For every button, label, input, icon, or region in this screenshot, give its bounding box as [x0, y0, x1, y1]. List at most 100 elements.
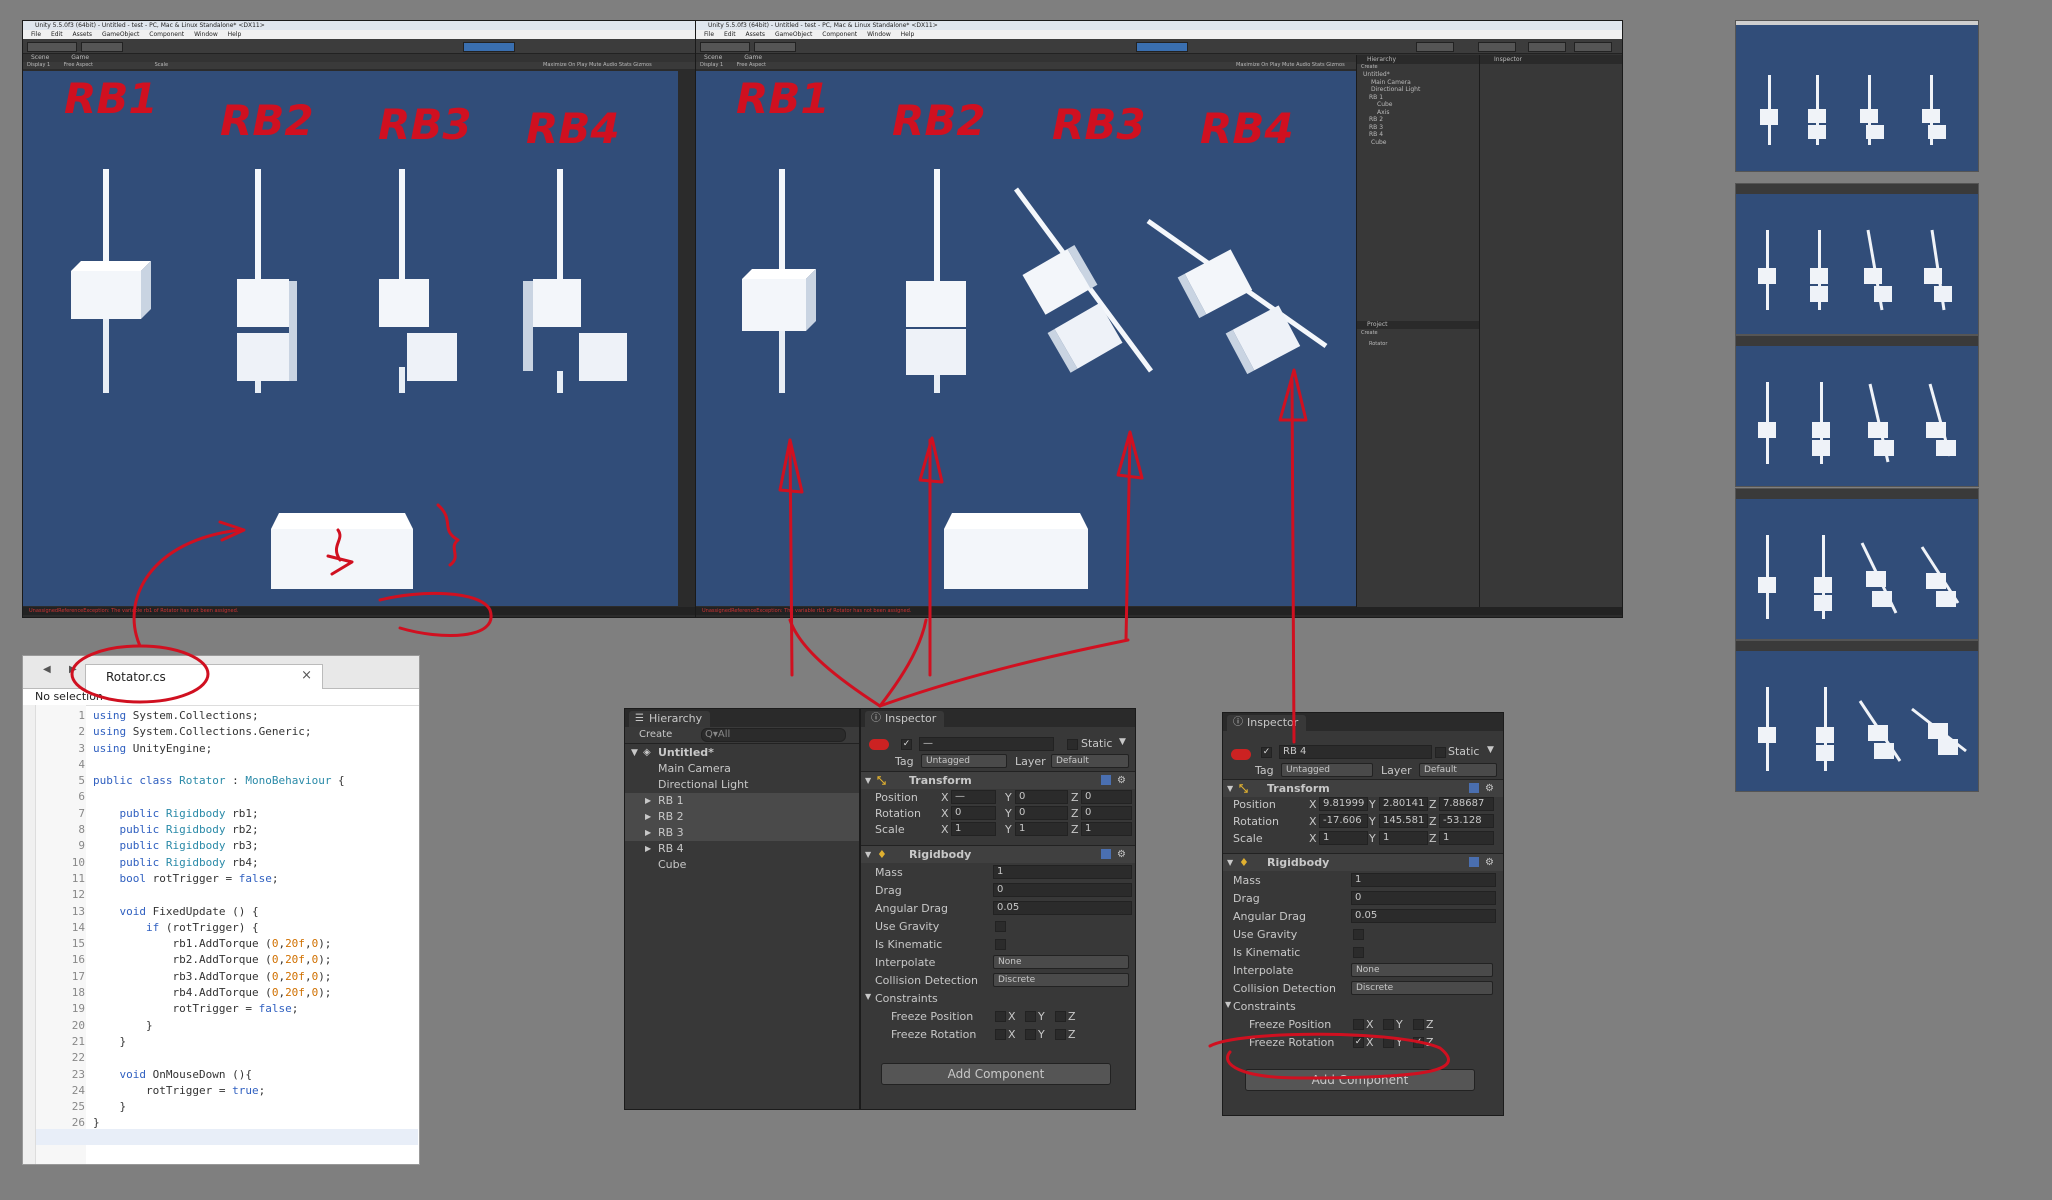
mini-hier-item[interactable]: Directional Light [1363, 86, 1479, 94]
layer-dropdown[interactable]: Default [1051, 754, 1129, 768]
position-z[interactable]: 0 [1081, 790, 1132, 804]
rotation-z[interactable]: 0 [1081, 806, 1132, 820]
layer-dropdown[interactable]: Default [1419, 763, 1497, 777]
game-controls[interactable]: Maximize On Play Mute Audio Stats Gizmos [1236, 62, 1345, 69]
mini-project-create[interactable]: Create [1361, 330, 1378, 336]
static-checkbox[interactable] [1435, 747, 1446, 758]
add-component-button[interactable]: Add Component [1245, 1069, 1475, 1091]
object-name-field[interactable]: — [919, 737, 1054, 751]
static-dropdown-icon[interactable]: ▼ [1119, 737, 1126, 747]
freeze-rot-z[interactable]: ✓ [1413, 1037, 1424, 1048]
fold-arrow-icon[interactable]: ▼ [1227, 854, 1233, 871]
freeze-rot-x[interactable] [995, 1029, 1006, 1040]
fold-arrow-icon[interactable]: ▼ [865, 846, 871, 863]
add-component-button[interactable]: Add Component [881, 1063, 1111, 1085]
use-gravity-checkbox[interactable] [995, 921, 1006, 932]
help-icon[interactable] [1469, 783, 1479, 793]
scale-x[interactable]: 1 [1319, 831, 1368, 845]
aspect-select[interactable]: Free Aspect [64, 62, 93, 68]
fold-arrow-icon[interactable]: ▼ [1227, 780, 1233, 797]
angular-drag-field[interactable]: 0.05 [1351, 909, 1496, 923]
hierarchy-item-selected[interactable]: ▶ RB 2 [625, 809, 859, 825]
tab-game[interactable]: Game [744, 54, 762, 61]
menu-help[interactable]: Help [228, 31, 242, 38]
gear-icon[interactable]: ⚙ [1117, 772, 1126, 789]
hierarchy-item[interactable]: Cube [625, 857, 859, 873]
tag-dropdown[interactable]: Untagged [1281, 763, 1373, 777]
freeze-pos-z[interactable] [1413, 1019, 1424, 1030]
mass-field[interactable]: 1 [1351, 873, 1496, 887]
help-icon[interactable] [1101, 775, 1111, 785]
mini-hier-item[interactable]: RB 2 [1363, 116, 1479, 124]
mini-hier-item[interactable]: RB 3 [1363, 124, 1479, 132]
freeze-rot-y[interactable] [1383, 1037, 1394, 1048]
hierarchy-item[interactable]: ▶ RB 4 [625, 841, 859, 857]
position-z[interactable]: 7.88687 [1439, 797, 1494, 811]
interpolate-dropdown[interactable]: None [993, 955, 1129, 969]
hierarchy-item[interactable]: Main Camera [625, 761, 859, 777]
tab-scene[interactable]: Scene [704, 54, 722, 61]
scale-z[interactable]: 1 [1081, 822, 1132, 836]
menu-help[interactable]: Help [901, 31, 915, 38]
rotation-y[interactable]: 145.581 [1379, 814, 1428, 828]
mini-hier-item[interactable]: RB 1 [1363, 94, 1479, 102]
expand-arrow-icon[interactable]: ▼ [631, 745, 638, 761]
expand-arrow-icon[interactable]: ▶ [645, 793, 651, 809]
scale-z[interactable]: 1 [1439, 831, 1494, 845]
mini-hier-item[interactable]: Main Camera [1363, 79, 1479, 87]
active-checkbox[interactable]: ✓ [1261, 747, 1272, 758]
tab-inspector[interactable]: ⓘ Inspector [865, 711, 945, 727]
help-icon[interactable] [1101, 849, 1111, 859]
game-controls[interactable]: Maximize On Play Mute Audio Stats Gizmos [543, 62, 652, 69]
fold-arrow-icon[interactable]: ▼ [865, 772, 871, 789]
menu-assets[interactable]: Assets [73, 31, 93, 38]
mini-hier-item[interactable]: Untitled* [1363, 71, 1479, 79]
scene-row[interactable]: ▼ ◈ Untitled* [625, 745, 859, 761]
tab-game[interactable]: Game [71, 54, 89, 61]
gear-icon[interactable]: ⚙ [1117, 846, 1126, 863]
rotation-z[interactable]: -53.128 [1439, 814, 1494, 828]
is-kinematic-checkbox[interactable] [995, 939, 1006, 950]
hierarchy-item-selected[interactable]: ▶ RB 3 [625, 825, 859, 841]
aspect-select[interactable]: Free Aspect [737, 62, 766, 68]
transform-header[interactable]: ▼ ⤡ Transform ⚙ [861, 771, 1135, 789]
hierarchy-search[interactable]: Q▾All [701, 728, 846, 742]
is-kinematic-checkbox[interactable] [1353, 947, 1364, 958]
pivot-button[interactable] [754, 42, 796, 52]
hand-tool-button[interactable] [27, 42, 77, 52]
layers-button[interactable] [1528, 42, 1566, 52]
mini-hier-item[interactable]: RB 4 [1363, 131, 1479, 139]
mini-project-item[interactable]: Rotator [1369, 341, 1387, 347]
drag-field[interactable]: 0 [993, 883, 1132, 897]
play-button[interactable] [463, 42, 515, 52]
scale-x[interactable]: 1 [951, 822, 996, 836]
freeze-pos-y[interactable] [1383, 1019, 1394, 1030]
gear-icon[interactable]: ⚙ [1485, 854, 1494, 871]
help-icon[interactable] [1469, 857, 1479, 867]
hand-tool-button[interactable] [700, 42, 750, 52]
tab-scene[interactable]: Scene [31, 54, 49, 61]
menu-edit[interactable]: Edit [51, 31, 63, 38]
static-dropdown-icon[interactable]: ▼ [1487, 745, 1494, 755]
freeze-pos-y[interactable] [1025, 1011, 1036, 1022]
interpolate-dropdown[interactable]: None [1351, 963, 1493, 977]
static-checkbox[interactable] [1067, 739, 1078, 750]
freeze-pos-x[interactable] [1353, 1019, 1364, 1030]
collab-button[interactable] [1416, 42, 1454, 52]
position-x[interactable]: — [951, 790, 996, 804]
expand-arrow-icon[interactable]: ▶ [645, 809, 651, 825]
rotation-x[interactable]: -17.606 [1319, 814, 1368, 828]
mini-project-tab[interactable]: Project [1357, 321, 1479, 329]
hierarchy-item[interactable]: Directional Light [625, 777, 859, 793]
mini-inspector-tab[interactable]: Inspector [1480, 55, 1622, 64]
active-checkbox[interactable]: ✓ [901, 739, 912, 750]
freeze-rot-y[interactable] [1025, 1029, 1036, 1040]
mini-hier-item[interactable]: Cube [1363, 101, 1479, 109]
hierarchy-item-selected[interactable]: ▶ RB 1 [625, 793, 859, 809]
rotation-y[interactable]: 0 [1015, 806, 1068, 820]
back-icon[interactable]: ◀ [43, 664, 51, 675]
display-select[interactable]: Display 1 [27, 62, 50, 68]
console-status-after[interactable]: UnassignedReferenceException: The variab… [696, 607, 1622, 615]
scale-y[interactable]: 1 [1379, 831, 1428, 845]
code-content[interactable]: using System.Collections; using System.C… [93, 708, 345, 1132]
